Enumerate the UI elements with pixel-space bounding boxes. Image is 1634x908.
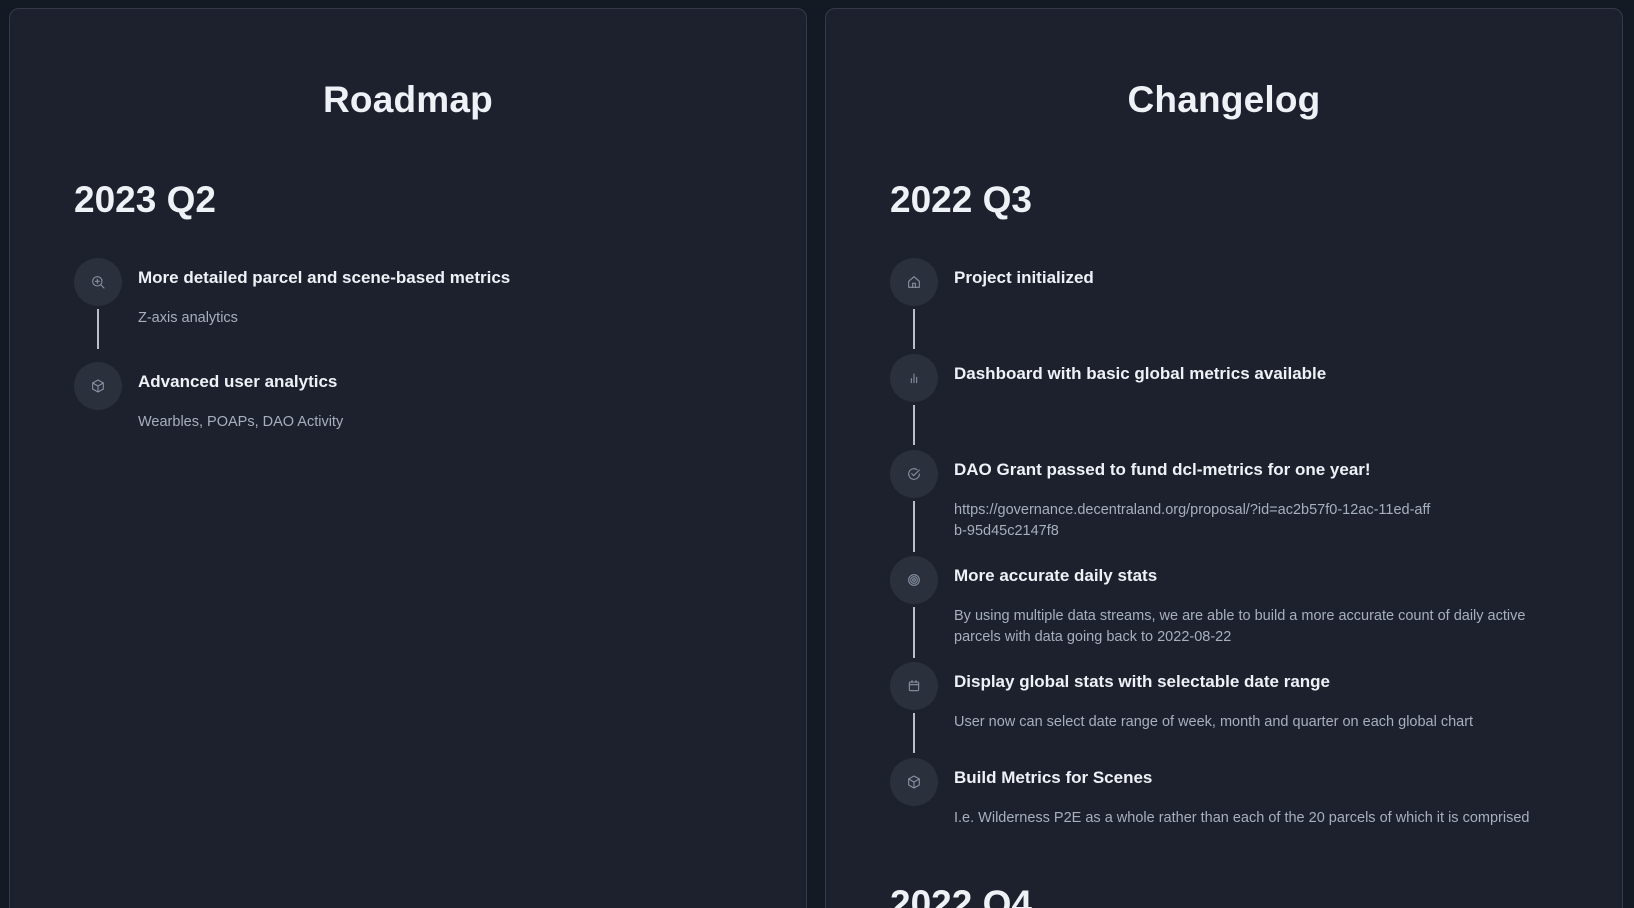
changelog-panel: Changelog 2022 Q3 Project initialized Da… — [825, 8, 1623, 908]
timeline-connector — [913, 713, 915, 753]
bar-chart-icon — [890, 354, 938, 402]
cube-icon — [890, 758, 938, 806]
check-circle-icon — [890, 450, 938, 498]
changelog-item-title: Project initialized — [954, 268, 1094, 287]
roadmap-title: Roadmap — [323, 79, 493, 120]
calendar-icon — [890, 662, 938, 710]
changelog-item-description: By using multiple data streams, we are a… — [954, 608, 1526, 645]
changelog-title: Changelog — [1127, 79, 1321, 120]
timeline-connector — [97, 309, 99, 349]
roadmap-panel: Roadmap 2023 Q2 More detailed parcel and… — [9, 8, 807, 908]
proposal-link[interactable]: https://governance.decentraland.org/prop… — [954, 500, 1434, 542]
zoom-in-icon — [74, 258, 122, 306]
roadmap-item-title: Advanced user analytics — [138, 372, 338, 391]
timeline-connector — [913, 501, 915, 552]
roadmap-item-description: Wearbles, POAPs, DAO Activity — [138, 414, 344, 430]
changelog-item-description: User now can select date range of week, … — [954, 714, 1474, 730]
cube-icon — [74, 362, 122, 410]
roadmap-quarter-heading: 2023 Q2 — [74, 179, 216, 220]
changelog-item-description: I.e. Wilderness P2E as a whole rather th… — [954, 810, 1530, 826]
roadmap-item-title: More detailed parcel and scene-based met… — [138, 268, 511, 287]
changelog-next-quarter-heading: 2022 Q4 — [890, 883, 1032, 908]
changelog-quarter-heading: 2022 Q3 — [890, 179, 1032, 220]
home-icon — [890, 258, 938, 306]
roadmap-item-description: Z-axis analytics — [138, 310, 238, 326]
timeline-connector — [913, 607, 915, 658]
changelog-item-title: Display global stats with selectable dat… — [954, 672, 1331, 691]
changelog-item-title: More accurate daily stats — [954, 566, 1158, 585]
timeline-connector — [913, 405, 915, 445]
timeline-connector — [913, 309, 915, 349]
page: Roadmap 2023 Q2 More detailed parcel and… — [0, 0, 1634, 908]
changelog-item-title: Build Metrics for Scenes — [954, 768, 1153, 787]
target-icon — [890, 556, 938, 604]
changelog-item-title: DAO Grant passed to fund dcl-metrics for… — [954, 460, 1371, 479]
changelog-item-title: Dashboard with basic global metrics avai… — [954, 364, 1327, 383]
